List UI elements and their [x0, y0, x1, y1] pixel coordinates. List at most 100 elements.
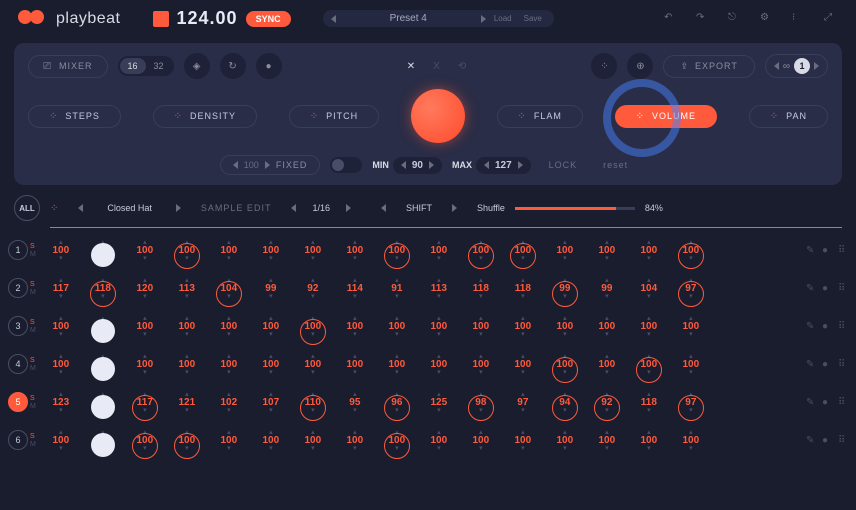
step-cell[interactable]: ▴100▾ [628, 354, 670, 375]
step-cell[interactable]: ▴97▾ [670, 392, 712, 413]
sample-edit-button[interactable]: SAMPLE EDIT [201, 203, 272, 213]
edit-icon[interactable]: ✎ [806, 435, 816, 445]
step-cell[interactable]: ▴100▾ [670, 316, 712, 337]
step-down-icon[interactable]: ▾ [605, 332, 609, 337]
step-cell[interactable]: ▴100▾ [628, 240, 670, 261]
step-up-icon[interactable]: ▴ [563, 278, 567, 283]
step-cell[interactable]: ▴125▾ [418, 392, 460, 413]
step-down-icon[interactable]: ▾ [689, 256, 693, 261]
loop-next-icon[interactable] [814, 62, 819, 70]
step-down-icon[interactable]: ▾ [437, 370, 441, 375]
step-down-icon[interactable]: ▾ [563, 408, 567, 413]
step-down-icon[interactable]: ▾ [227, 332, 231, 337]
step-down-icon[interactable]: ▾ [479, 294, 483, 299]
solo-button[interactable]: S [30, 243, 36, 250]
step-up-icon[interactable]: ▴ [185, 430, 189, 435]
link-mode-icon[interactable]: ⊕ [627, 53, 653, 79]
step-cell[interactable]: ▴▾ [82, 316, 124, 337]
step-cell[interactable]: ▴100▾ [376, 354, 418, 375]
step-cell[interactable]: ▴100▾ [334, 354, 376, 375]
dec-icon[interactable] [401, 161, 406, 169]
step-down-icon[interactable]: ▾ [563, 370, 567, 375]
step-up-icon[interactable]: ▴ [185, 240, 189, 245]
step-down-icon[interactable]: ▾ [59, 446, 63, 451]
step-cell[interactable]: ▴100▾ [124, 354, 166, 375]
step-cell[interactable]: ▴100▾ [166, 316, 208, 337]
grid-icon[interactable]: ⠿ [838, 283, 848, 293]
step-down-icon[interactable]: ▾ [521, 446, 525, 451]
step-down-icon[interactable]: ▾ [521, 408, 525, 413]
step-down-icon[interactable]: ▾ [269, 256, 273, 261]
step-down-icon[interactable]: ▾ [59, 408, 63, 413]
step-cell[interactable]: ▴118▾ [460, 278, 502, 299]
step-down-icon[interactable]: ▾ [353, 256, 357, 261]
step-down-icon[interactable]: ▾ [689, 408, 693, 413]
preset-name[interactable]: Preset 4 [340, 13, 477, 24]
edit-icon[interactable]: ✎ [806, 397, 816, 407]
step-down-icon[interactable]: ▾ [479, 332, 483, 337]
step-down-icon[interactable]: ▾ [521, 256, 525, 261]
step-down-icon[interactable]: ▾ [479, 370, 483, 375]
dot-icon[interactable]: ● [822, 397, 832, 407]
step-cell[interactable]: ▴110▾ [292, 392, 334, 413]
dec-icon[interactable] [233, 161, 238, 169]
step-cell[interactable]: ▴100▾ [418, 240, 460, 261]
step-up-icon[interactable]: ▴ [311, 316, 315, 321]
step-cell[interactable]: ▴102▾ [208, 392, 250, 413]
step-down-icon[interactable]: ▾ [311, 408, 315, 413]
prev-sample-icon[interactable] [78, 204, 83, 212]
div-next-icon[interactable] [346, 204, 351, 212]
step-down-icon[interactable]: ▾ [605, 370, 609, 375]
step-cell[interactable]: ▴▾ [82, 430, 124, 451]
solo-button[interactable]: S [30, 319, 36, 326]
step-up-icon[interactable]: ▴ [395, 240, 399, 245]
step-down-icon[interactable]: ▾ [563, 446, 567, 451]
step-cell[interactable]: ▴100▾ [376, 316, 418, 337]
solo-button[interactable]: S [30, 281, 36, 288]
step-up-icon[interactable]: ▴ [101, 316, 105, 321]
shift-control[interactable]: SHIFT [371, 203, 467, 213]
step-down-icon[interactable]: ▾ [311, 446, 315, 451]
x-mode-icon[interactable]: X [433, 61, 440, 72]
mute-button[interactable]: M [30, 289, 36, 296]
step-cell[interactable]: ▴100▾ [544, 430, 586, 451]
step-cell[interactable]: ▴99▾ [250, 278, 292, 299]
step-down-icon[interactable]: ▾ [689, 446, 693, 451]
lock-button[interactable]: LOCK [541, 160, 586, 170]
sample-selector[interactable]: Closed Hat [68, 203, 191, 213]
step-down-icon[interactable]: ▾ [353, 446, 357, 451]
step-up-icon[interactable]: ▴ [689, 240, 693, 245]
step-cell[interactable]: ▴92▾ [292, 278, 334, 299]
step-cell[interactable]: ▴113▾ [418, 278, 460, 299]
inc-icon[interactable] [429, 161, 434, 169]
step-down-icon[interactable]: ▾ [185, 408, 189, 413]
grid-icon[interactable]: ⠿ [838, 397, 848, 407]
refresh-icon[interactable]: ↻ [220, 53, 246, 79]
step-down-icon[interactable]: ▾ [227, 294, 231, 299]
export-button[interactable]: ⇪ EXPORT [663, 55, 754, 78]
step-cell[interactable]: ▴100▾ [250, 354, 292, 375]
mute-button[interactable]: M [30, 365, 36, 372]
step-down-icon[interactable]: ▾ [227, 446, 231, 451]
step-cell[interactable]: ▴▾ [82, 354, 124, 375]
step-cell[interactable]: ▴100▾ [460, 354, 502, 375]
step-cell[interactable]: ▴95▾ [334, 392, 376, 413]
step-cell[interactable]: ▴100▾ [208, 430, 250, 451]
mixer-button[interactable]: ⎚ MIXER [28, 55, 108, 78]
step-cell[interactable]: ▴100▾ [292, 430, 334, 451]
step-cell[interactable]: ▴100▾ [628, 316, 670, 337]
sync-button[interactable]: SYNC [246, 11, 291, 27]
step-cell[interactable]: ▴100▾ [166, 240, 208, 261]
step-cell[interactable]: ▴100▾ [418, 430, 460, 451]
step-up-icon[interactable]: ▴ [563, 392, 567, 397]
step-cell[interactable]: ▴100▾ [334, 240, 376, 261]
step-down-icon[interactable]: ▾ [521, 332, 525, 337]
step-down-icon[interactable]: ▾ [59, 256, 63, 261]
step-cell[interactable]: ▴100▾ [586, 316, 628, 337]
step-cell[interactable]: ▴118▾ [628, 392, 670, 413]
edit-icon[interactable]: ✎ [806, 283, 816, 293]
step-down-icon[interactable]: ▾ [353, 370, 357, 375]
step-down-icon[interactable]: ▾ [605, 294, 609, 299]
step-down-icon[interactable]: ▾ [227, 256, 231, 261]
step-cell[interactable]: ▴100▾ [586, 240, 628, 261]
